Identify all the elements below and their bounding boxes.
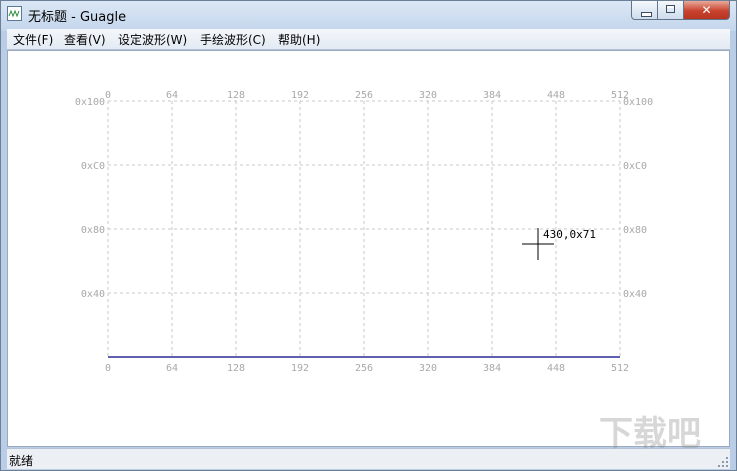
y-tick-label-right: 0x100 <box>623 97 653 108</box>
x-tick-label-top: 192 <box>291 90 309 101</box>
x-tick-label-top: 384 <box>483 90 501 101</box>
close-button[interactable]: ✕ <box>684 1 730 20</box>
x-tick-label-top: 64 <box>166 90 178 101</box>
title-bar[interactable]: 无标题 - Guagle ✕ <box>1 1 736 29</box>
x-tick-label-bottom: 192 <box>291 363 309 374</box>
watermark-logo: 下载吧 <box>599 414 701 454</box>
x-tick-label-bottom: 384 <box>483 363 501 374</box>
x-tick-label-top: 0 <box>105 90 111 101</box>
y-tick-label-right: 0xC0 <box>623 161 647 172</box>
x-tick-label-top: 256 <box>355 90 373 101</box>
close-icon: ✕ <box>701 3 712 17</box>
window-title: 无标题 - Guagle <box>28 10 127 25</box>
app-window: 无标题 - Guagle ✕ 文件(F) 查看(V) 设定波形(W) 手绘波形(… <box>0 0 737 471</box>
menu-help[interactable]: 帮助(H) <box>278 31 320 48</box>
x-tick-label-bottom: 320 <box>419 363 437 374</box>
x-tick-label-bottom: 448 <box>547 363 565 374</box>
x-tick-label-bottom: 128 <box>227 363 245 374</box>
minimize-button[interactable] <box>631 1 658 20</box>
maximize-button[interactable] <box>658 1 684 20</box>
x-tick-label-bottom: 0 <box>105 363 111 374</box>
menu-file[interactable]: 文件(F) <box>13 31 53 48</box>
x-tick-label-top: 320 <box>419 90 437 101</box>
x-tick-label-bottom: 256 <box>355 363 373 374</box>
x-tick-label-top: 128 <box>227 90 245 101</box>
waveform-canvas[interactable]: 0 0 64 64 128 128 192 192 256 256 320 320 384 384 448 4… <box>7 50 730 447</box>
waveform-plot[interactable]: 0 0 64 64 128 128 192 192 256 256 320 320 384 384 448 4… <box>8 51 729 446</box>
x-tick-label-top: 448 <box>547 90 565 101</box>
menu-set-waveform[interactable]: 设定波形(W) <box>118 31 187 48</box>
x-tick-label-bottom: 64 <box>166 363 178 374</box>
y-tick-label-right: 0x40 <box>623 289 647 300</box>
menu-draw-waveform[interactable]: 手绘波形(C) <box>200 31 266 48</box>
status-text: 就绪 <box>9 454 34 468</box>
y-tick-label-left: 0x80 <box>81 225 105 236</box>
menu-view[interactable]: 查看(V) <box>64 31 106 48</box>
y-tick-label-left: 0x100 <box>75 97 105 108</box>
menu-bar: 文件(F) 查看(V) 设定波形(W) 手绘波形(C) 帮助(H) <box>7 29 730 50</box>
resize-grip-icon[interactable] <box>718 457 728 467</box>
minimize-icon <box>641 12 652 17</box>
y-tick-label-left: 0xC0 <box>81 161 105 172</box>
maximize-icon <box>666 5 675 13</box>
x-tick-label-bottom: 512 <box>611 363 629 374</box>
cursor-coordinate-label: 430,0x71 <box>543 228 596 241</box>
y-tick-label-left: 0x40 <box>81 289 105 300</box>
y-tick-label-right: 0x80 <box>623 225 647 236</box>
app-icon[interactable] <box>7 6 22 21</box>
